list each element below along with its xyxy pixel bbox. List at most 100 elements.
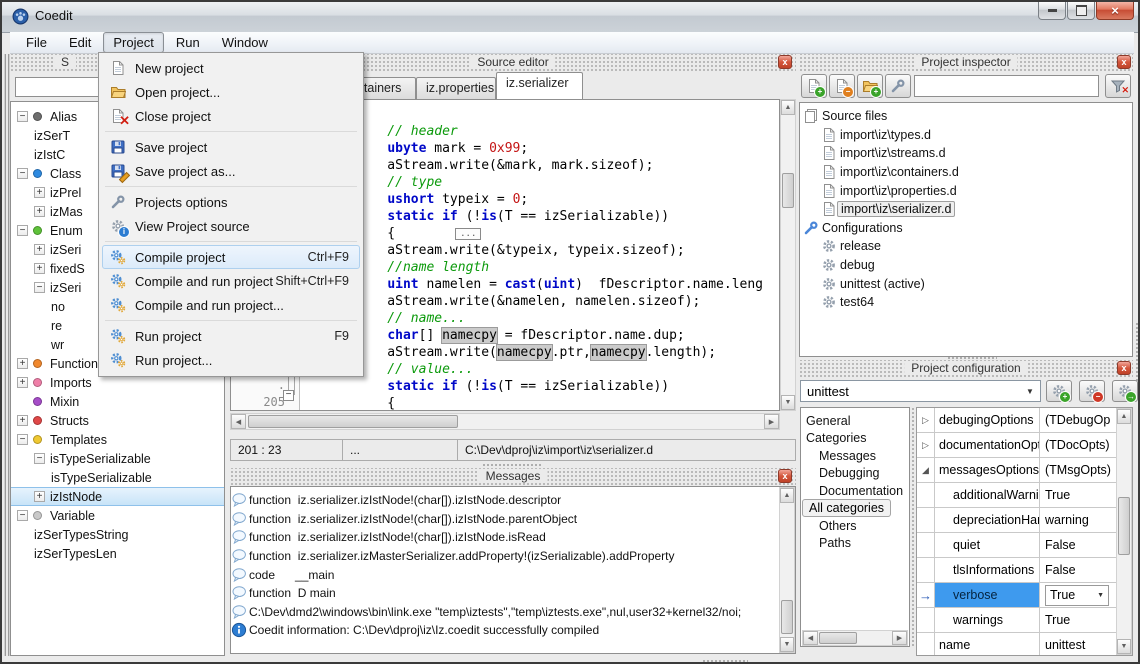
- tree-item-izsertypesstring[interactable]: izSerTypesString: [11, 525, 224, 544]
- collapse-icon[interactable]: −: [17, 168, 28, 179]
- window-resize-grip-right[interactable]: [1135, 322, 1139, 382]
- collapse-icon[interactable]: −: [17, 225, 28, 236]
- tree-item-izsertypeslen[interactable]: izSerTypesLen: [11, 544, 224, 563]
- tab-iz-serializer[interactable]: iz.serializer: [496, 72, 583, 99]
- category-item-paths[interactable]: Paths: [801, 535, 909, 553]
- message-row[interactable]: function iz.serializer.izIstNode!(char[]…: [231, 510, 795, 529]
- fold-marker[interactable]: ...: [455, 228, 481, 240]
- scroll-down-button[interactable]: ▼: [780, 637, 794, 652]
- expand-icon[interactable]: ▷: [922, 415, 929, 426]
- toolbar-button-gear-plus[interactable]: +: [1046, 380, 1072, 402]
- messages-list[interactable]: function iz.serializer.izIstNode!(char[]…: [230, 486, 796, 654]
- category-item-general[interactable]: General: [801, 412, 909, 430]
- expand-icon[interactable]: +: [17, 377, 28, 388]
- message-row[interactable]: Coedit information: C:\Dev\dproj\iz\Iz.c…: [231, 621, 795, 640]
- message-row[interactable]: function iz.serializer.izIstNode!(char[]…: [231, 528, 795, 547]
- tree-item-izistnode[interactable]: +izIstNode: [11, 487, 224, 506]
- messages-close-button[interactable]: x: [778, 469, 792, 483]
- property-row-quiet[interactable]: quietFalse: [917, 533, 1132, 558]
- property-row-messagesoptions[interactable]: ◢messagesOptions(TMsgOpts): [917, 458, 1132, 483]
- editor-horizontal-scrollbar[interactable]: ◀▶: [230, 413, 780, 430]
- expand-icon[interactable]: +: [17, 358, 28, 369]
- scroll-thumb[interactable]: [781, 600, 793, 634]
- expand-icon[interactable]: +: [34, 187, 45, 198]
- property-row-additionalwarni[interactable]: additionalWarniTrue: [917, 483, 1132, 508]
- project-configuration-close-button[interactable]: x: [1117, 361, 1131, 375]
- menu-item-run[interactable]: Run: [166, 32, 210, 53]
- message-row[interactable]: C:\Dev\dmd2\windows\bin\link.exe "temp\i…: [231, 603, 795, 622]
- scroll-down-button[interactable]: ▼: [1117, 639, 1131, 654]
- menu-item-project[interactable]: Project: [103, 32, 163, 53]
- title-bar[interactable]: Coedit ×: [2, 2, 1138, 33]
- menu-item-close-project[interactable]: ✕Close project: [102, 104, 360, 128]
- maximize-button[interactable]: [1067, 2, 1095, 20]
- category-item-categories[interactable]: Categories: [801, 430, 909, 448]
- value-dropdown[interactable]: True▼: [1045, 585, 1109, 606]
- fold-collapse-icon[interactable]: −: [283, 390, 294, 401]
- property-grid[interactable]: ▷debugingOptions(TDebugOp▷documentationO…: [916, 407, 1133, 656]
- category-list[interactable]: GeneralCategoriesMessagesDebuggingDocume…: [800, 407, 910, 647]
- menu-item-open-project[interactable]: Open project...: [102, 80, 360, 104]
- collapse-icon[interactable]: −: [34, 453, 45, 464]
- property-row-verbose[interactable]: →verboseTrue▼: [917, 583, 1132, 608]
- scroll-thumb[interactable]: [1118, 497, 1130, 555]
- toolbar-button-folder-plus[interactable]: +: [857, 74, 883, 98]
- grid-splitter-grip[interactable]: [911, 407, 915, 647]
- minimize-button[interactable]: [1038, 2, 1066, 20]
- tree-item-structs[interactable]: +Structs: [11, 411, 224, 430]
- tree-item-configurations[interactable]: Configurations: [800, 219, 1132, 238]
- menu-item-view-project-source[interactable]: iView Project source: [102, 214, 360, 238]
- property-row-depreciationhar[interactable]: depreciationHarwarning: [917, 508, 1132, 533]
- tree-item-import-iz-containers-d[interactable]: import\iz\containers.d: [800, 163, 1132, 182]
- tree-item-istypeserializable[interactable]: −isTypeSerializable: [11, 449, 224, 468]
- toolbar-button-wrench[interactable]: [885, 74, 911, 98]
- category-item-documentation[interactable]: Documentation: [801, 482, 909, 500]
- tree-item-import-iz-streams-d[interactable]: import\iz\streams.d: [800, 144, 1132, 163]
- toolbar-button-doc-minus[interactable]: −: [829, 74, 855, 98]
- menu-item-edit[interactable]: Edit: [59, 32, 101, 53]
- category-item-debugging[interactable]: Debugging: [801, 465, 909, 483]
- menu-item-compile-project[interactable]: Compile projectCtrl+F9: [102, 245, 360, 269]
- menu-item-save-project[interactable]: Save project: [102, 135, 360, 159]
- inspector-tree[interactable]: Source filesimport\iz\types.dimport\iz\s…: [799, 102, 1133, 357]
- tree-item-templates[interactable]: −Templates: [11, 430, 224, 449]
- tab-iz-properties[interactable]: iz.properties: [416, 77, 496, 99]
- expand-icon[interactable]: +: [17, 415, 28, 426]
- menu-item-compile-and-run-project[interactable]: Compile and run projectShift+Ctrl+F9: [102, 269, 360, 293]
- menu-item-file[interactable]: File: [16, 32, 57, 53]
- toolbar-button-gear-arrow[interactable]: →: [1112, 380, 1138, 402]
- collapse-icon[interactable]: ◢: [922, 465, 929, 476]
- close-button[interactable]: ×: [1096, 2, 1134, 20]
- scroll-up-button[interactable]: ▲: [781, 100, 795, 115]
- collapse-icon[interactable]: −: [17, 434, 28, 445]
- expand-icon[interactable]: +: [34, 206, 45, 217]
- category-item-others[interactable]: Others: [801, 517, 909, 535]
- scroll-right-button[interactable]: ▶: [892, 631, 907, 645]
- collapse-icon[interactable]: −: [34, 282, 45, 293]
- expand-icon[interactable]: ▷: [922, 440, 929, 451]
- menu-item-projects-options[interactable]: Projects options: [102, 190, 360, 214]
- collapse-icon[interactable]: −: [17, 510, 28, 521]
- scroll-thumb[interactable]: [819, 632, 857, 644]
- filter-button[interactable]: ✕: [1105, 74, 1131, 98]
- scroll-right-button[interactable]: ▶: [764, 414, 779, 429]
- message-row[interactable]: code __main: [231, 565, 795, 584]
- menu-item-run-project[interactable]: Run project...: [102, 348, 360, 372]
- source-editor-close-button[interactable]: x: [778, 55, 792, 69]
- tree-item-import-iz-properties-d[interactable]: import\iz\properties.d: [800, 181, 1132, 200]
- tree-item-test64[interactable]: test64: [800, 293, 1132, 312]
- tree-item-variable[interactable]: −Variable: [11, 506, 224, 525]
- project-inspector-close-button[interactable]: x: [1117, 55, 1131, 69]
- scroll-left-button[interactable]: ◀: [803, 631, 818, 645]
- menu-item-compile-and-run-project[interactable]: Compile and run project...: [102, 293, 360, 317]
- message-row[interactable]: function D main: [231, 584, 795, 603]
- scroll-up-button[interactable]: ▲: [780, 488, 794, 503]
- message-row[interactable]: function iz.serializer.izMasterSerialize…: [231, 547, 795, 566]
- code-text[interactable]: { // header ubyte mark = 0x99; aStream.w…: [300, 106, 779, 412]
- category-list-scrollbar[interactable]: ◀▶: [802, 630, 908, 646]
- tree-item-release[interactable]: release: [800, 237, 1132, 256]
- toolbar-button-gear-minus[interactable]: −: [1079, 380, 1105, 402]
- property-row-tlsinformations[interactable]: tlsInformationsFalse: [917, 558, 1132, 583]
- toolbar-button-doc-plus[interactable]: +: [801, 74, 827, 98]
- all-categories-button[interactable]: All categories: [802, 499, 891, 517]
